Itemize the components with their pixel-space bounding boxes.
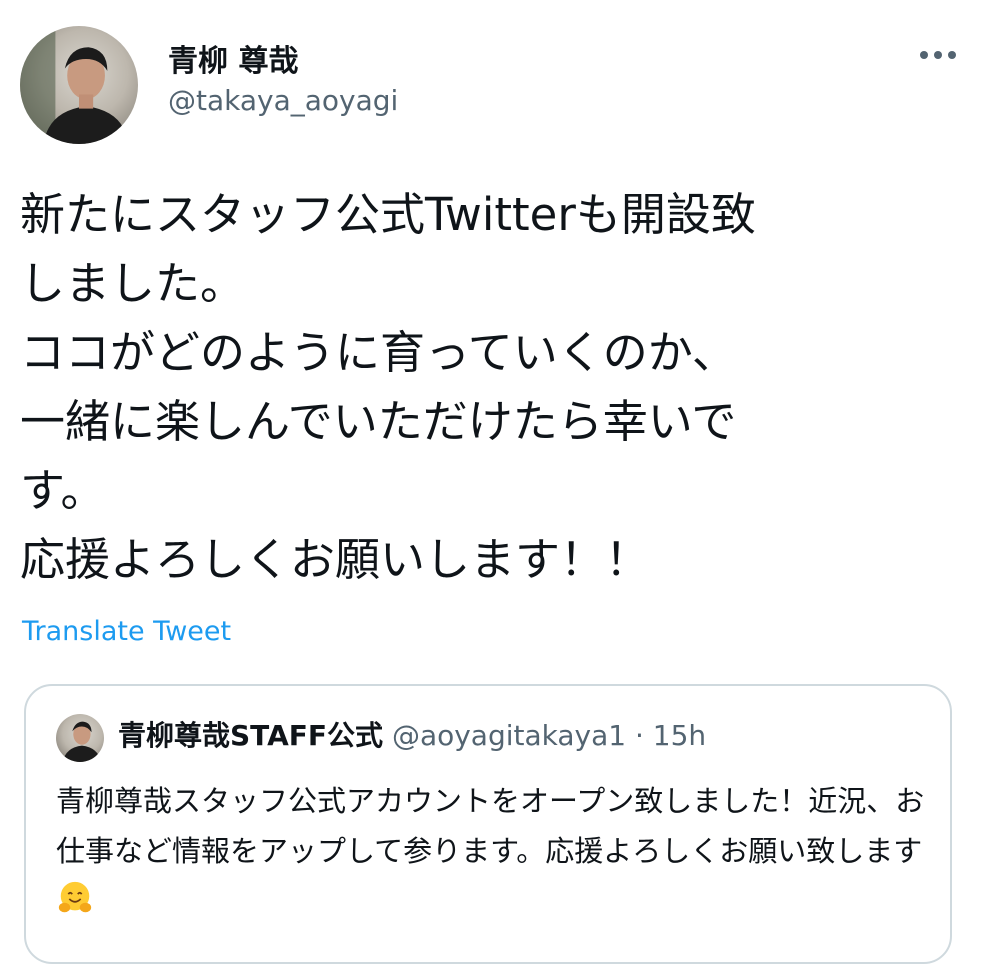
quoted-display-name[interactable]: 青柳尊哉STAFF公式: [118, 719, 383, 752]
quoted-handle[interactable]: @aoyagitakaya1: [392, 719, 626, 752]
hugging-face-emoji: [58, 881, 92, 913]
quoted-tweet[interactable]: 青柳尊哉STAFF公式 @aoyagitakaya1 · 15h 青柳尊哉スタッ…: [24, 684, 952, 964]
quoted-text-block: 青柳尊哉スタッフ公式アカウントをオープン致しました！近況、お仕事など情報をアップ…: [56, 776, 936, 926]
author-avatar[interactable]: [20, 26, 138, 144]
tweet-text: 新たにスタッフ公式Twitterも開設致 しました。 ココがどのように育っていく…: [20, 188, 756, 586]
more-horizontal-icon: [920, 51, 956, 59]
quoted-timestamp[interactable]: 15h: [653, 719, 706, 752]
quoted-header: 青柳尊哉STAFF公式 @aoyagitakaya1 · 15h: [118, 716, 706, 756]
translate-tweet-link[interactable]: Translate Tweet: [22, 616, 231, 647]
more-options-button[interactable]: [916, 38, 960, 72]
quoted-separator: ·: [634, 719, 644, 752]
tweet: 青柳 尊哉 @takaya_aoyagi 新たにスタッフ公式Twitterも開設…: [0, 0, 1000, 964]
author-display-name[interactable]: 青柳 尊哉: [168, 36, 298, 80]
quoted-author-avatar[interactable]: [56, 714, 104, 762]
quoted-author-photo: [62, 721, 102, 762]
author-handle[interactable]: @takaya_aoyagi: [168, 84, 398, 117]
quoted-text: 青柳尊哉スタッフ公式アカウントをオープン致しました！近況、お仕事など情報をアップ…: [56, 784, 925, 868]
author-photo: [20, 26, 129, 144]
